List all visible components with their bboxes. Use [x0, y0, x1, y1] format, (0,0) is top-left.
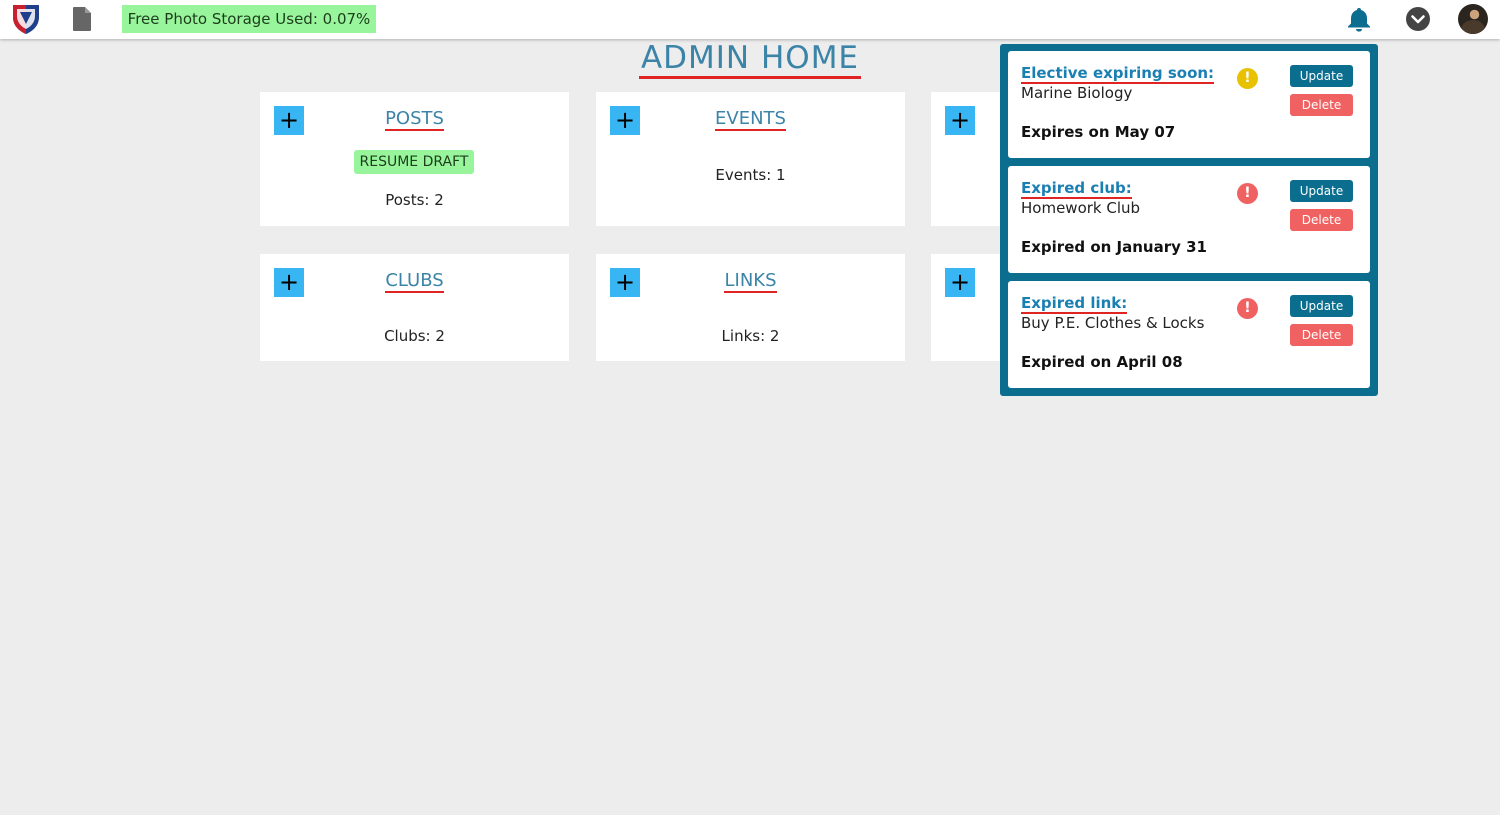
storage-usage-badge: Free Photo Storage Used: 0.07%: [122, 5, 376, 33]
posts-card: + POSTS RESUME DRAFT Posts: 2: [260, 92, 569, 226]
events-count: Events: 1: [715, 166, 786, 184]
events-card: + EVENTS Events: 1: [596, 92, 905, 226]
school-crest-logo[interactable]: [11, 3, 41, 35]
document-icon[interactable]: [72, 7, 92, 31]
warning-icon: !: [1237, 68, 1258, 89]
notification-heading[interactable]: Elective expiring soon:: [1021, 64, 1215, 84]
notification-date: Expires on May 07: [1021, 123, 1176, 141]
notification-item: Elective expiring soon: Marine Biology E…: [1008, 51, 1370, 158]
hidden-card-1: +: [931, 92, 1011, 226]
notification-date: Expired on January 31: [1021, 238, 1207, 256]
error-icon: !: [1237, 298, 1258, 319]
top-navigation-bar: Free Photo Storage Used: 0.07%: [0, 0, 1500, 39]
user-avatar[interactable]: [1458, 4, 1488, 34]
posts-count: Posts: 2: [385, 191, 444, 209]
hidden-card-2: +: [931, 254, 1011, 361]
update-button[interactable]: Update: [1290, 295, 1353, 317]
notification-subject: Homework Club: [1021, 199, 1141, 217]
events-link[interactable]: EVENTS: [596, 108, 905, 131]
add-item-button[interactable]: +: [945, 268, 975, 297]
notification-subject: Marine Biology: [1021, 84, 1133, 102]
clubs-card: + CLUBS Clubs: 2: [260, 254, 569, 361]
error-icon: !: [1237, 183, 1258, 204]
add-item-button[interactable]: +: [945, 106, 975, 135]
notification-heading[interactable]: Expired club:: [1021, 179, 1132, 199]
resume-draft-button[interactable]: RESUME DRAFT: [354, 150, 474, 174]
notification-item: Expired link: Buy P.E. Clothes & Locks E…: [1008, 281, 1370, 388]
notification-item: Expired club: Homework Club Expired on J…: [1008, 166, 1370, 273]
update-button[interactable]: Update: [1290, 180, 1353, 202]
notification-heading[interactable]: Expired link:: [1021, 294, 1128, 314]
chevron-down-icon[interactable]: [1405, 6, 1431, 32]
delete-button[interactable]: Delete: [1290, 324, 1353, 346]
update-button[interactable]: Update: [1290, 65, 1353, 87]
links-link[interactable]: LINKS: [596, 270, 905, 293]
notification-subject: Buy P.E. Clothes & Locks: [1021, 314, 1205, 332]
clubs-link[interactable]: CLUBS: [260, 270, 569, 293]
bell-icon[interactable]: [1346, 6, 1372, 32]
notifications-panel: Elective expiring soon: Marine Biology E…: [1000, 44, 1378, 396]
links-card: + LINKS Links: 2: [596, 254, 905, 361]
notification-date: Expired on April 08: [1021, 353, 1183, 371]
clubs-count: Clubs: 2: [384, 327, 445, 345]
posts-link[interactable]: POSTS: [260, 108, 569, 131]
delete-button[interactable]: Delete: [1290, 209, 1353, 231]
links-count: Links: 2: [721, 327, 780, 345]
delete-button[interactable]: Delete: [1290, 94, 1353, 116]
